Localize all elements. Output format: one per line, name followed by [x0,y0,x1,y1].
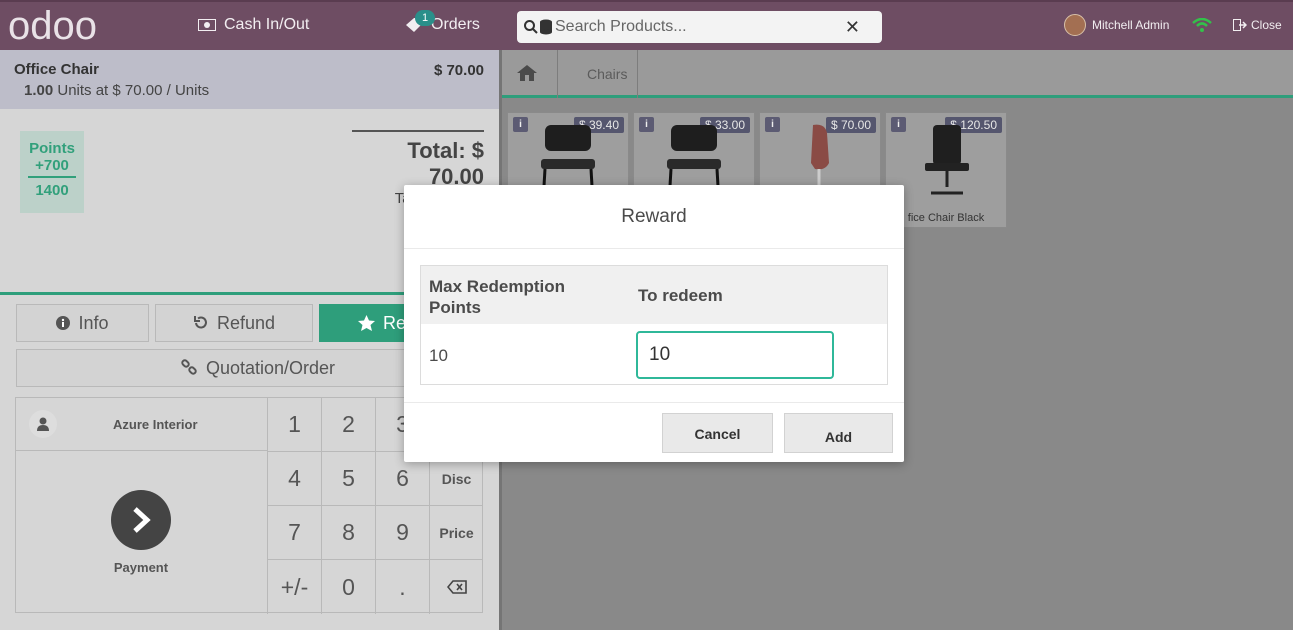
numpad-key-2[interactable]: 2 [321,398,375,452]
top-bar: odoo Cash In/Out 1 Orders Search Product… [0,0,1293,50]
numpad-key-dot[interactable]: . [375,560,429,614]
numpad-key-backspace[interactable] [429,560,483,614]
info-button[interactable]: Info [16,304,149,342]
avatar [1064,14,1086,36]
order-line-detail: 1.00 Units at $ 70.00 / Units [14,82,485,99]
info-icon[interactable]: i [765,117,780,132]
points-label: Points [29,140,75,157]
reward-table: Max Redemption Points To redeem 10 [420,265,888,385]
orders-button[interactable]: 1 Orders [405,10,480,34]
order-total: Total: $ 70.00 [407,138,484,189]
chevron-right-icon [133,507,151,533]
numpad-key-8[interactable]: 8 [321,506,375,560]
search-input[interactable]: Search Products... [555,18,687,36]
close-label: Close [1251,18,1282,32]
payment-button[interactable] [111,490,171,550]
points-total: 1400 [28,176,76,199]
column-header-max-points: Max Redemption Points [429,277,566,317]
orders-label: Orders [431,16,480,33]
breadcrumb-category[interactable]: Chairs [587,66,627,82]
numpad-key-5[interactable]: 5 [321,452,375,506]
product-name: fice Chair Black [907,212,985,224]
user-name: Mitchell Admin [1092,18,1170,32]
wifi-icon [1192,18,1212,32]
numpad-key-9[interactable]: 9 [375,506,429,560]
search-bar[interactable]: Search Products... ✕ [517,11,882,43]
loyalty-points-box: Points +700 1400 [20,131,84,213]
numpad-key-7[interactable]: 7 [267,506,321,560]
info-icon [56,316,71,330]
product-image [925,125,969,195]
order-line-name: Office Chair [14,61,100,78]
orders-count-badge: 1 [415,10,435,26]
order-line-price: $ 70.00 [433,62,484,79]
quotation-label: Quotation/Order [205,357,336,378]
refund-button[interactable]: Refund [155,304,313,342]
numpad-key-0[interactable]: 0 [321,560,375,614]
info-label: Info [78,312,109,333]
link-icon [181,359,197,375]
order-line[interactable]: Office Chair $ 70.00 1.00 Units at $ 70.… [0,50,499,109]
refund-label: Refund [216,312,276,333]
dialog-title: Reward [404,185,904,249]
numpad-key-1[interactable]: 1 [267,398,321,452]
undo-icon [193,316,207,329]
breadcrumb-separator [557,50,558,98]
info-icon[interactable]: i [891,117,906,132]
star-icon [358,315,375,331]
odoo-logo: odoo [8,8,97,46]
cash-in-out-button[interactable]: Cash In/Out [198,16,309,34]
database-icon [540,19,552,35]
dialog-footer-divider [404,402,904,403]
money-icon [198,19,216,31]
add-button[interactable]: Add [784,413,893,453]
home-icon[interactable] [516,64,538,82]
reward-label: Re [383,312,407,333]
user-menu[interactable]: Mitchell Admin [1064,14,1169,36]
customer-button[interactable]: Azure Interior [16,398,267,451]
numpad-key-plus-minus[interactable]: +/- [267,560,321,614]
clear-search-icon[interactable]: ✕ [845,17,860,38]
customer-name: Azure Interior [113,416,198,432]
search-icon [524,20,538,34]
reward-dialog: Reward Max Redemption Points To redeem 1… [404,185,904,462]
breadcrumb: Chairs [502,50,1293,98]
backspace-icon [446,580,467,594]
info-icon[interactable]: i [639,117,654,132]
points-added: +700 [35,157,69,174]
cash-label: Cash In/Out [224,16,310,33]
redeem-points-input[interactable] [636,331,834,379]
svg-text:odoo: odoo [8,8,97,46]
order-line-unit-text: Units at $ 70.00 / Units [57,82,210,99]
close-button[interactable]: Close [1233,18,1282,32]
payment-label: Payment [113,560,169,575]
numpad-key-price[interactable]: Price [429,506,483,560]
numpad-key-4[interactable]: 4 [267,452,321,506]
user-icon [29,410,57,438]
cancel-button[interactable]: Cancel [662,413,773,453]
column-header-to-redeem: To redeem [638,286,723,305]
table-header: Max Redemption Points To redeem [421,266,887,324]
info-icon[interactable]: i [513,117,528,132]
max-points-value: 10 [429,346,448,365]
order-line-qty: 1.00 [24,82,54,99]
sign-out-icon [1233,19,1247,31]
breadcrumb-separator [637,50,638,98]
